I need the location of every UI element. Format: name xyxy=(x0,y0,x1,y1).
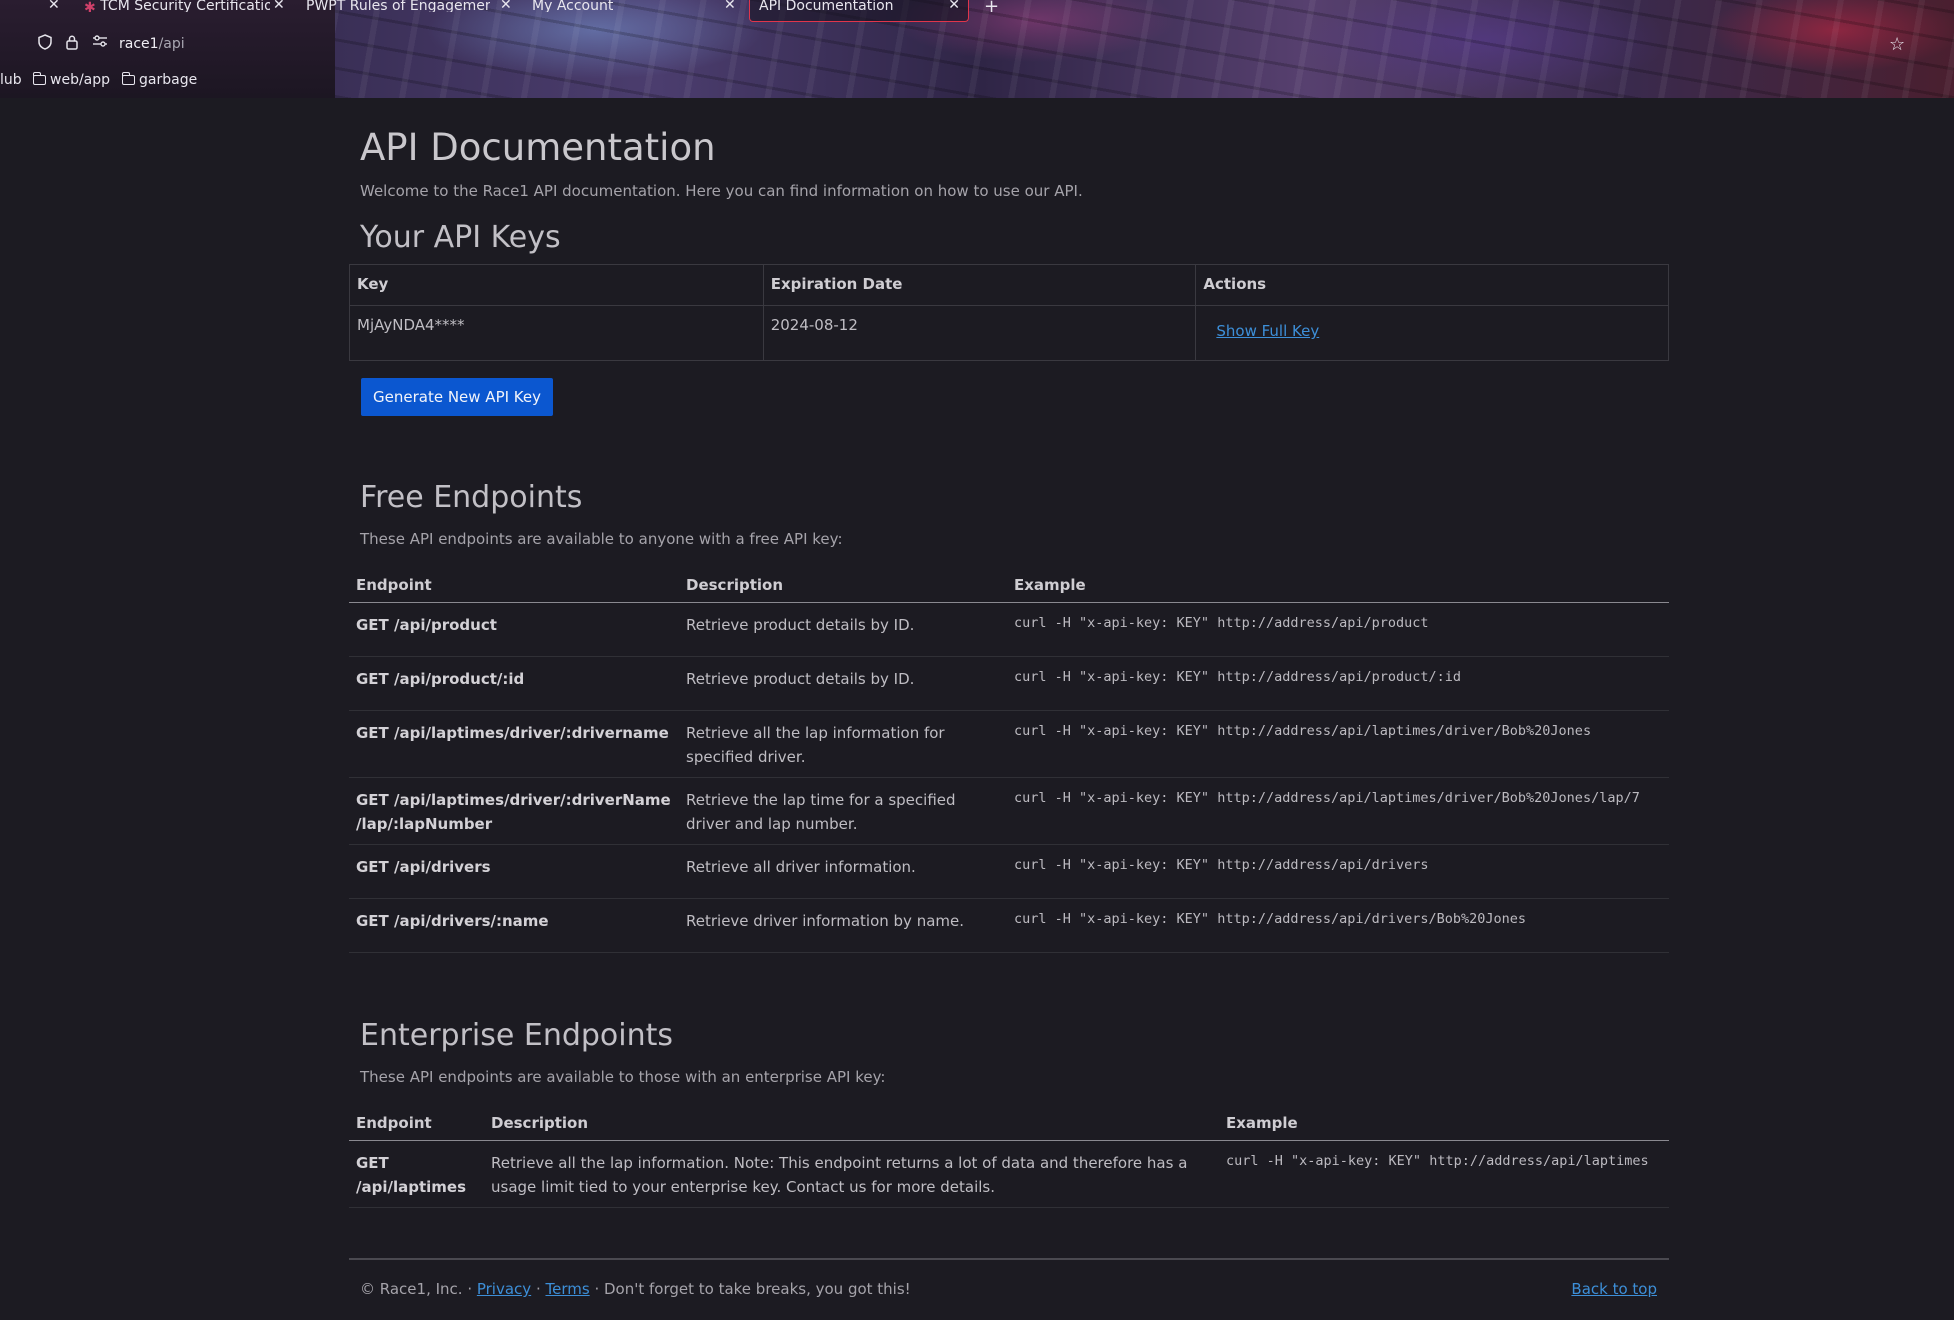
tab-tcm[interactable]: ✱ TCM Security Certification xyxy=(84,0,270,18)
free-endpoints-table: Endpoint Description Example GET /api/pr… xyxy=(349,566,1669,953)
table-header-row: Endpoint Description Example xyxy=(349,566,1669,603)
free-endpoints-heading: Free Endpoints xyxy=(360,480,583,515)
footer-right: Back to top xyxy=(1571,1280,1657,1298)
table-row: GET /api/drivers Retrieve all driver inf… xyxy=(349,844,1669,899)
column-header: Description xyxy=(484,1104,1219,1141)
table-row: GET /api/product Retrieve product detail… xyxy=(349,602,1669,657)
endpoint-description: Retrieve all the lap information for spe… xyxy=(679,710,1007,778)
browser-chrome: ✕ ✱ TCM Security Certification ✕ PWPT Ru… xyxy=(0,0,1954,98)
bookmark-star-icon[interactable]: ☆ xyxy=(1889,34,1905,55)
table-row: GET /api/laptimes/driver/:driverName /la… xyxy=(349,777,1669,845)
footer-copyright: © Race1, Inc. · xyxy=(360,1280,477,1298)
api-keys-table: Key Expiration Date Actions MjAyNDA4****… xyxy=(349,264,1669,361)
endpoint-path: GET /api/laptimes/driver/:drivername xyxy=(349,710,679,778)
close-icon[interactable]: ✕ xyxy=(948,0,960,13)
footer-separator: · xyxy=(531,1280,546,1298)
folder-icon xyxy=(121,72,135,85)
endpoint-example: curl -H "x-api-key: KEY" http://address/… xyxy=(1007,710,1669,778)
table-row: GET /api/drivers/:name Retrieve driver i… xyxy=(349,898,1669,953)
bookmark-item[interactable]: lub xyxy=(0,72,22,88)
endpoint-path: GET /api/laptimes xyxy=(349,1140,484,1208)
close-icon[interactable]: ✕ xyxy=(273,0,285,12)
shield-icon[interactable] xyxy=(36,34,54,52)
bookmark-folder-garbage[interactable]: garbage xyxy=(121,72,197,88)
close-icon[interactable]: ✕ xyxy=(724,0,736,12)
endpoint-example: curl -H "x-api-key: KEY" http://address/… xyxy=(1007,844,1669,899)
table-header-row: Endpoint Description Example xyxy=(349,1104,1669,1141)
endpoint-path: GET /api/laptimes/driver/:driverName /la… xyxy=(349,777,679,845)
show-full-key-link[interactable]: Show Full Key xyxy=(1216,322,1319,340)
enterprise-endpoints-table: Endpoint Description Example GET /api/la… xyxy=(349,1104,1669,1208)
close-icon[interactable]: ✕ xyxy=(48,0,60,12)
tab-pwpt[interactable]: PWPT Rules of Engagement xyxy=(306,0,490,18)
footer-tagline: · Don't forget to take breaks, you got t… xyxy=(589,1280,911,1298)
endpoint-example: curl -H "x-api-key: KEY" http://address/… xyxy=(1007,602,1669,657)
column-header: Key xyxy=(349,264,764,306)
endpoint-description: Retrieve product details by ID. xyxy=(679,656,1007,711)
enterprise-endpoints-heading: Enterprise Endpoints xyxy=(360,1018,674,1053)
page-intro: Welcome to the Race1 API documentation. … xyxy=(360,182,1083,200)
page-footer: © Race1, Inc. · Privacy · Terms · Don't … xyxy=(349,1258,1669,1298)
table-row: GET /api/laptimes Retrieve all the lap i… xyxy=(349,1140,1669,1208)
endpoint-path: GET /api/product xyxy=(349,602,679,657)
endpoint-path: GET /api/drivers xyxy=(349,844,679,899)
endpoint-path: GET /api/product/:id xyxy=(349,656,679,711)
endpoint-example: curl -H "x-api-key: KEY" http://address/… xyxy=(1007,656,1669,711)
endpoint-example: curl -H "x-api-key: KEY" http://address/… xyxy=(1219,1140,1669,1208)
column-header: Description xyxy=(679,566,1007,603)
generate-api-key-button[interactable]: Generate New API Key xyxy=(361,378,554,416)
column-header: Endpoint xyxy=(349,566,679,603)
plus-icon[interactable]: + xyxy=(984,0,999,17)
table-header-row: Key Expiration Date Actions xyxy=(349,264,1669,306)
endpoint-description: Retrieve all the lap information. Note: … xyxy=(484,1140,1219,1208)
permissions-icon[interactable] xyxy=(91,34,109,52)
terms-link[interactable]: Terms xyxy=(545,1280,589,1298)
api-key-value: MjAyNDA4**** xyxy=(349,305,764,361)
tab-favicon-icon: ✱ xyxy=(84,0,96,16)
column-header: Endpoint xyxy=(349,1104,484,1141)
folder-icon xyxy=(32,72,46,85)
column-header: Expiration Date xyxy=(762,264,1197,306)
endpoint-description: Retrieve all driver information. xyxy=(679,844,1007,899)
footer-text: © Race1, Inc. · Privacy · Terms · Don't … xyxy=(360,1280,911,1298)
close-icon[interactable]: ✕ xyxy=(500,0,512,12)
url-text[interactable]: race1/api xyxy=(119,36,185,52)
api-key-expiration: 2024-08-12 xyxy=(762,305,1197,361)
privacy-link[interactable]: Privacy xyxy=(477,1280,531,1298)
enterprise-endpoints-description: These API endpoints are available to tho… xyxy=(360,1068,886,1086)
lock-icon[interactable] xyxy=(63,34,81,52)
table-row: MjAyNDA4**** 2024-08-12 Show Full Key xyxy=(349,305,1669,361)
bookmark-folder-web-app[interactable]: web/app xyxy=(32,72,110,88)
tab-api-documentation[interactable]: API Documentation ✕ xyxy=(749,0,969,22)
endpoint-example: curl -H "x-api-key: KEY" http://address/… xyxy=(1007,777,1669,845)
tab-my-account[interactable]: My Account xyxy=(532,0,722,18)
column-header: Example xyxy=(1219,1104,1669,1141)
endpoint-example: curl -H "x-api-key: KEY" http://address/… xyxy=(1007,898,1669,953)
page-title: API Documentation xyxy=(360,126,716,169)
api-keys-heading: Your API Keys xyxy=(360,220,561,255)
endpoint-description: Retrieve driver information by name. xyxy=(679,898,1007,953)
free-endpoints-description: These API endpoints are available to any… xyxy=(360,530,843,548)
api-key-actions: Show Full Key xyxy=(1195,305,1669,361)
column-header: Actions xyxy=(1195,264,1669,306)
table-row: GET /api/laptimes/driver/:drivername Ret… xyxy=(349,710,1669,778)
endpoint-description: Retrieve the lap time for a specified dr… xyxy=(679,777,1007,845)
column-header: Example xyxy=(1007,566,1669,603)
table-row: GET /api/product/:id Retrieve product de… xyxy=(349,656,1669,711)
bookmarks-toolbar: lub web/app garbage xyxy=(0,72,335,92)
url-bar[interactable]: race1/api xyxy=(0,34,335,58)
endpoint-path: GET /api/drivers/:name xyxy=(349,898,679,953)
endpoint-description: Retrieve product details by ID. xyxy=(679,602,1007,657)
back-to-top-link[interactable]: Back to top xyxy=(1571,1280,1657,1298)
tab-strip: ✕ ✱ TCM Security Certification ✕ PWPT Ru… xyxy=(0,0,1954,22)
